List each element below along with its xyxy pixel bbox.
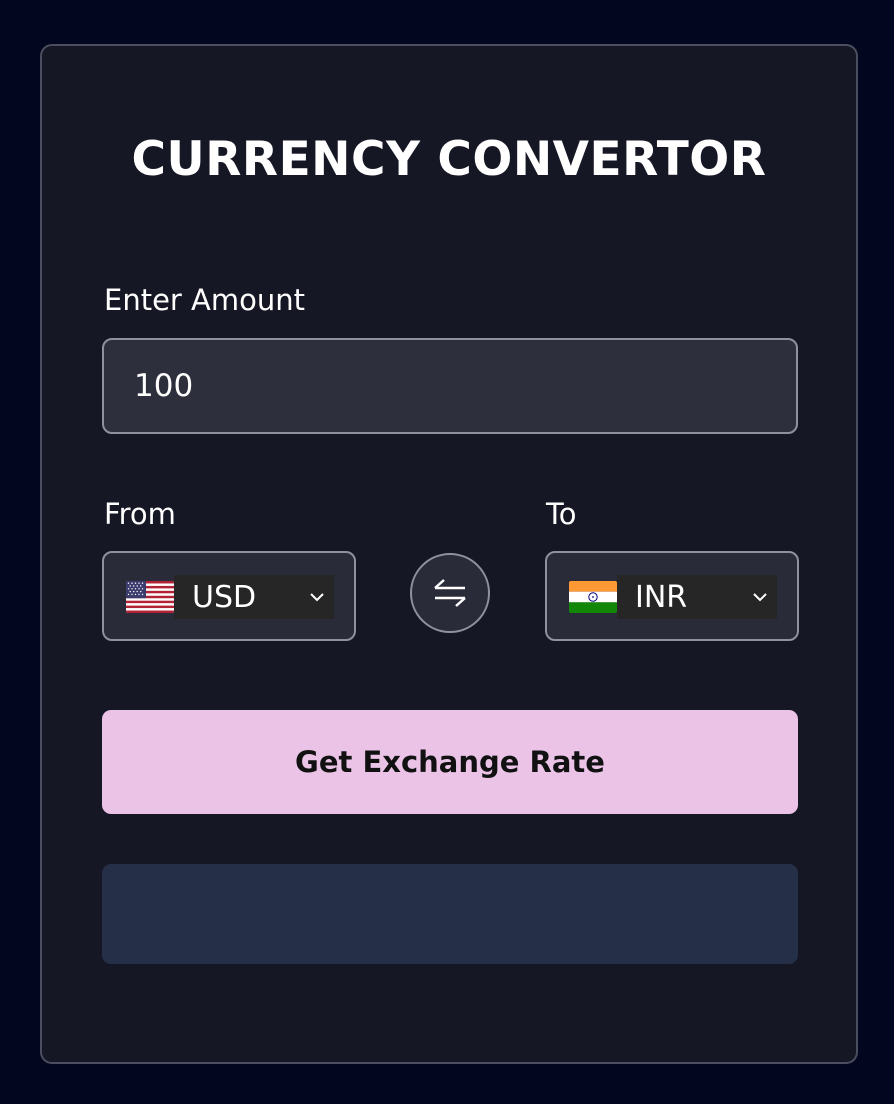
to-currency-field[interactable]: INR (545, 551, 799, 641)
swap-currencies-button[interactable] (410, 553, 490, 633)
chevron-down-icon (753, 593, 767, 602)
page-title: CURRENCY CONVERTOR (131, 132, 767, 187)
chevron-down-icon (310, 593, 324, 602)
to-label: To (546, 497, 577, 531)
amount-input[interactable] (102, 338, 798, 434)
currency-converter-card: CURRENCY CONVERTOR Enter Amount From To (40, 44, 858, 1064)
swap-arrows-icon (434, 579, 466, 607)
to-currency-select[interactable]: INR (617, 575, 777, 619)
from-currency-select[interactable]: USD (174, 575, 334, 619)
exchange-result (102, 864, 798, 964)
from-label: From (104, 497, 176, 531)
get-exchange-rate-button[interactable]: Get Exchange Rate (102, 710, 798, 814)
from-currency-field[interactable]: USD (102, 551, 356, 641)
to-currency-code: INR (635, 579, 688, 615)
india-flag-icon (569, 581, 617, 613)
us-flag-icon (126, 581, 174, 613)
amount-label: Enter Amount (104, 283, 306, 317)
from-currency-code: USD (192, 579, 257, 615)
